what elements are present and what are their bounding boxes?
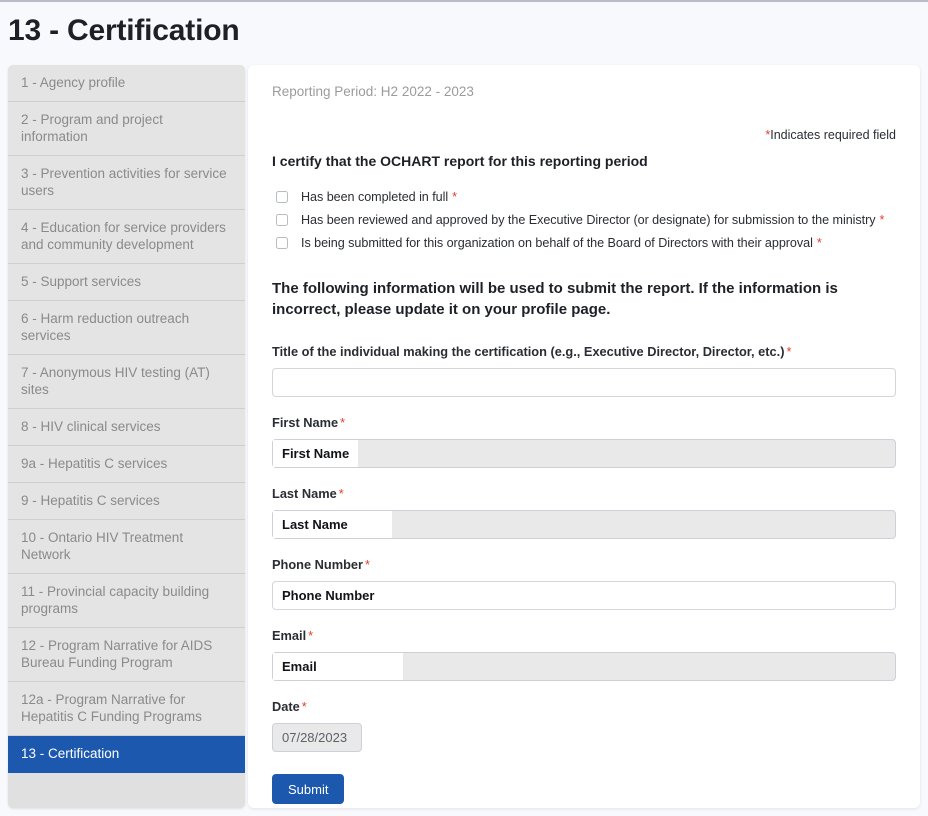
section-navigation-sidebar: 1 - Agency profile 2 - Program and proje… (8, 65, 245, 808)
checkbox-label: Has been completed in full * (301, 190, 457, 204)
page-title: 13 - Certification (8, 14, 240, 47)
sidebar-item-6[interactable]: 6 - Harm reduction outreach services (8, 301, 245, 355)
sidebar-item-label: 11 - Provincial capacity building progra… (21, 584, 210, 616)
phone-number-input[interactable]: Phone Number (272, 581, 896, 610)
reporting-period-text: Reporting Period: H2 2022 - 2023 (272, 84, 474, 99)
sidebar-item-label: 1 - Agency profile (21, 75, 126, 90)
checkbox-icon[interactable] (276, 214, 288, 226)
last-name-input[interactable]: Last Name (272, 510, 896, 539)
sidebar-item-7[interactable]: 7 - Anonymous HIV testing (AT) sites (8, 355, 245, 409)
field-first-name: First Name * First Name (272, 415, 896, 468)
sidebar-item-label: 12 - Program Narrative for AIDS Bureau F… (21, 638, 213, 670)
profile-info-paragraph: The following information will be used t… (272, 280, 838, 318)
title-of-individual-input[interactable] (272, 368, 896, 397)
sidebar-item-9a[interactable]: 9a - Hepatitis C services (8, 446, 245, 483)
field-label: First Name * (272, 415, 346, 430)
field-date: Date * 07/28/2023 (272, 699, 896, 752)
checkbox-row-board-approval[interactable]: Is being submitted for this organization… (276, 235, 896, 252)
first-name-input[interactable]: First Name (272, 439, 896, 468)
email-input[interactable]: Email (272, 652, 896, 681)
date-value: 07/28/2023 (282, 730, 348, 745)
sidebar-item-2[interactable]: 2 - Program and project information (8, 102, 245, 156)
field-label: Title of the individual making the certi… (272, 344, 792, 359)
sidebar-item-12a[interactable]: 12a - Program Narrative for Hepatitis C … (8, 682, 245, 736)
field-phone-number: Phone Number * Phone Number (272, 557, 896, 610)
field-label: Date * (272, 699, 307, 714)
checkbox-label: Is being submitted for this organization… (301, 236, 822, 250)
field-title-of-individual: Title of the individual making the certi… (272, 344, 896, 397)
checkbox-icon[interactable] (276, 237, 288, 249)
sidebar-item-1[interactable]: 1 - Agency profile (8, 65, 245, 102)
field-label: Last Name * (272, 486, 344, 501)
sidebar-item-12[interactable]: 12 - Program Narrative for AIDS Bureau F… (8, 628, 245, 682)
sidebar-item-5[interactable]: 5 - Support services (8, 264, 245, 301)
certification-checkbox-list: Has been completed in full * Has been rev… (276, 189, 896, 252)
sidebar-item-label: 2 - Program and project information (21, 112, 163, 144)
field-email: Email * Email (272, 628, 896, 681)
submit-button[interactable]: Submit (272, 774, 345, 804)
sidebar-item-9[interactable]: 9 - Hepatitis C services (8, 483, 245, 520)
sidebar-item-label: 5 - Support services (21, 274, 142, 289)
sidebar-item-label: 12a - Program Narrative for Hepatitis C … (21, 692, 202, 724)
sidebar-item-10[interactable]: 10 - Ontario HIV Treatment Network (8, 520, 245, 574)
required-note-text: Indicates required field (770, 128, 896, 142)
checkbox-row-reviewed-approved[interactable]: Has been reviewed and approved by the Ex… (276, 212, 896, 229)
sidebar-item-label: 9a - Hepatitis C services (21, 456, 168, 471)
certification-heading: I certify that the OCHART report for thi… (272, 153, 648, 169)
checkbox-row-completed-in-full[interactable]: Has been completed in full * (276, 189, 896, 206)
field-label: Email * (272, 628, 314, 643)
sidebar-item-11[interactable]: 11 - Provincial capacity building progra… (8, 574, 245, 628)
sidebar-item-8[interactable]: 8 - HIV clinical services (8, 409, 245, 446)
certification-form-card: Reporting Period: H2 2022 - 2023 *Indica… (248, 65, 920, 808)
app-root: 13 - Certification 1 - Agency profile 2 … (0, 0, 928, 816)
sidebar-item-label: 3 - Prevention activities for service us… (21, 166, 227, 198)
sidebar-item-label: 9 - Hepatitis C services (21, 493, 160, 508)
sidebar-item-label: 4 - Education for service providers and … (21, 220, 226, 252)
sidebar-item-label: 7 - Anonymous HIV testing (AT) sites (21, 365, 210, 397)
checkbox-label: Has been reviewed and approved by the Ex… (301, 213, 885, 227)
email-value: Email (273, 653, 403, 680)
first-name-value: First Name (273, 440, 359, 467)
last-name-value: Last Name (273, 511, 392, 538)
required-field-note: *Indicates required field (272, 127, 896, 143)
sidebar-item-4[interactable]: 4 - Education for service providers and … (8, 210, 245, 264)
sidebar-item-label: 13 - Certification (21, 746, 120, 761)
sidebar-item-label: 8 - HIV clinical services (21, 419, 161, 434)
date-input[interactable]: 07/28/2023 (272, 723, 362, 752)
sidebar-item-label: 10 - Ontario HIV Treatment Network (21, 530, 184, 562)
field-label: Phone Number * (272, 557, 370, 572)
phone-number-value: Phone Number (282, 588, 375, 603)
checkbox-icon[interactable] (276, 191, 288, 203)
sidebar-item-3[interactable]: 3 - Prevention activities for service us… (8, 156, 245, 210)
sidebar-item-13-certification[interactable]: 13 - Certification (8, 736, 245, 773)
field-last-name: Last Name * Last Name (272, 486, 896, 539)
sidebar-item-label: 6 - Harm reduction outreach services (21, 311, 190, 343)
